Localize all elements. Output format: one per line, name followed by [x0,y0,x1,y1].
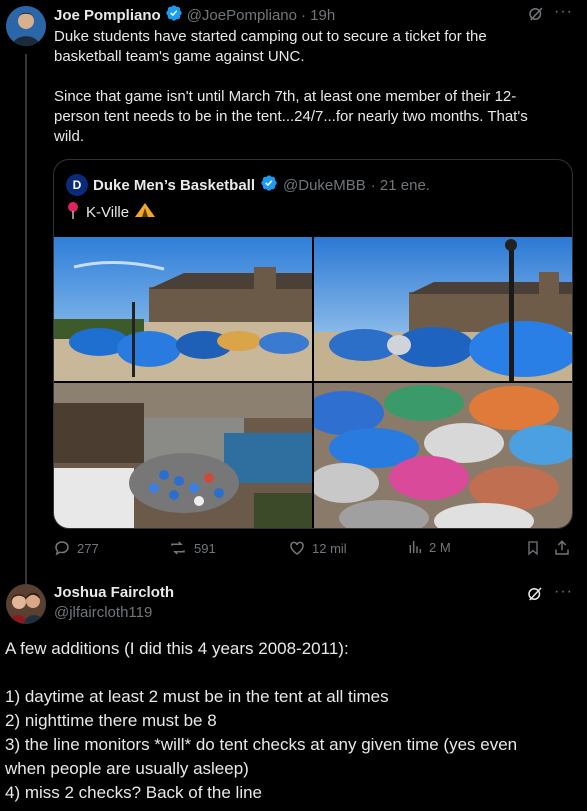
photo-tents-closeup[interactable] [314,383,572,528]
reply-icon [55,541,69,556]
quote-header: D Duke Men’s Basketball @DukeMBB · 21 en… [66,174,430,196]
quote-text-label: K-Ville [86,204,130,221]
tweet-text-line: when people are usually asleep) [5,759,249,778]
quote-text: K-Ville [66,201,156,225]
quoted-tweet[interactable]: D Duke Men’s Basketball @DukeMBB · 21 en… [53,159,573,529]
tweet-text-line: 4) miss 2 checks? Back of the line [5,783,263,802]
share-icon [555,540,569,555]
tweet-text: Duke students have started camping out t… [54,27,574,147]
retweet-icon [171,541,185,555]
tweet-text-line: wild. [54,128,85,145]
avatar[interactable] [6,6,46,46]
tweet-header: Joe Pompliano @JoePompliano · 19h [54,5,335,25]
tweet-text-line: 3) the line monitors *will* do tent chec… [5,735,518,754]
duke-logo-icon: D [66,174,88,196]
tweet-text-line: basketball team's game against UNC. [54,48,305,65]
tweet-header: Joshua Faircloth @jlfaircloth119 [54,583,174,623]
like-button[interactable]: 12 mil [288,539,347,557]
quote-handle[interactable]: @DukeMBB [283,177,366,194]
bookmark-icon [528,541,538,556]
display-name[interactable]: Joe Pompliano [54,7,161,24]
verified-badge-icon [260,174,278,196]
tent-icon [135,203,156,223]
grok-icon[interactable] [526,585,544,608]
retweet-button[interactable]: 591 [168,539,216,557]
heart-icon [290,541,304,555]
bookmark-button[interactable] [525,539,541,557]
photo-tents-lamp[interactable] [314,237,572,381]
more-options-icon[interactable]: ··· [554,3,573,21]
pin-icon [66,201,80,225]
views-icon [409,541,422,553]
verified-badge-icon [165,4,183,26]
share-button[interactable] [553,539,571,557]
grok-icon[interactable] [527,5,545,28]
handle[interactable]: @jlfaircloth119 [54,603,174,623]
more-options-icon[interactable]: ··· [554,583,573,601]
views-count: 2 M [429,539,451,555]
retweet-count: 591 [194,540,216,556]
tweet-text: A few additions (I did this 4 years 2008… [5,637,580,805]
reply-count: 277 [77,540,99,556]
quote-timestamp[interactable]: · 21 ene. [371,177,430,194]
tweet-text-line: A few additions (I did this 4 years 2008… [5,639,349,658]
avatar[interactable] [6,584,46,624]
display-name[interactable]: Joshua Faircloth [54,583,174,603]
tweet-text-line: Since that game isn't until March 7th, a… [54,88,517,105]
like-count: 12 mil [312,540,347,556]
tweet-text-line: person tent needs to be in the tent...24… [54,108,528,125]
thread-connector [25,54,27,584]
views-button[interactable]: 2 M [407,539,451,555]
timestamp[interactable]: · 19h [301,7,335,24]
tweet-text-line: Duke students have started camping out t… [54,28,487,45]
photo-aerial-campsite[interactable] [54,383,312,528]
quote-display-name[interactable]: Duke Men’s Basketball [93,177,255,194]
handle[interactable]: @JoePompliano [187,7,297,24]
tweet-text-line: 2) nighttime there must be 8 [5,711,217,730]
tweet-text-line: 1) daytime at least 2 must be in the ten… [5,687,389,706]
photo-tents-building[interactable] [54,237,312,381]
reply-button[interactable]: 277 [53,539,99,557]
